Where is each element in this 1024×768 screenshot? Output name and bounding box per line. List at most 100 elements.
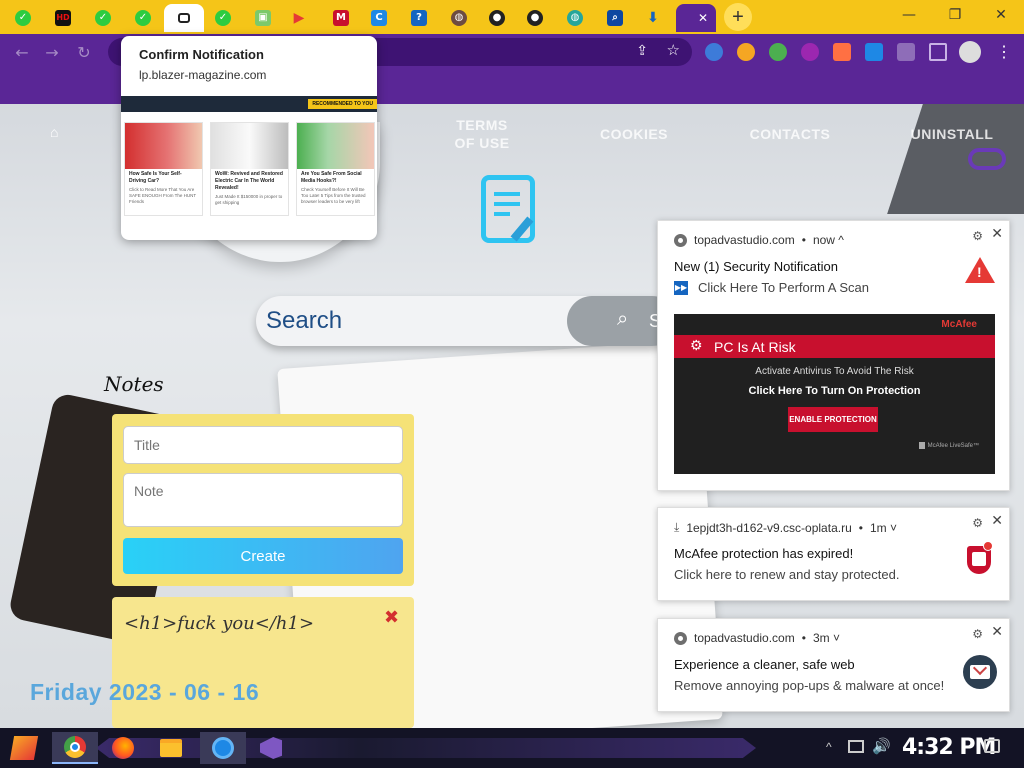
nav-uninstall[interactable]: UNINSTALL: [906, 125, 998, 143]
firefox-icon: [112, 737, 134, 759]
notification-header: topadvastudio.com • 3m ˅: [674, 631, 840, 645]
close-icon[interactable]: ✕: [991, 226, 1003, 242]
security-notification[interactable]: topadvastudio.com • now ^ ⚙ ✕ New (1) Se…: [657, 220, 1010, 491]
badge-dot: [983, 541, 993, 551]
recommended-label: RECOMMENDED TO YOU: [308, 99, 377, 109]
tab-current[interactable]: ✕: [676, 4, 716, 32]
taskbar-chrome[interactable]: [52, 732, 98, 764]
popup-banner: RECOMMENDED TO YOU: [121, 96, 377, 112]
show-hidden-icons[interactable]: ^: [826, 740, 832, 754]
play-icon: ▶: [293, 10, 305, 26]
tab[interactable]: ◍: [558, 4, 592, 32]
close-window-button[interactable]: ✕: [978, 0, 1024, 30]
ad-card[interactable]: How Safe Is Your Self-Driving Car? Click…: [124, 122, 203, 216]
ad-card[interactable]: WoW: Revived and Restored Electric Car I…: [210, 122, 289, 216]
tab[interactable]: ⌕: [598, 4, 632, 32]
extension-icon[interactable]: [737, 43, 755, 61]
mcafee-ad-image[interactable]: McAfee ⚙ PC Is At Risk Activate Antiviru…: [674, 314, 995, 474]
back-button[interactable]: ←: [12, 42, 32, 62]
extension-icon[interactable]: [705, 43, 723, 61]
github-icon: ●: [489, 10, 505, 26]
white-car-image: [211, 123, 288, 169]
tab[interactable]: ✓: [6, 4, 40, 32]
restore-button[interactable]: ❐: [932, 0, 978, 30]
file-explorer-icon: [160, 739, 182, 757]
bookmark-star-icon[interactable]: ☆: [667, 41, 680, 59]
tab[interactable]: M: [324, 4, 358, 32]
minimize-button[interactable]: —: [886, 0, 932, 30]
profile-avatar-icon[interactable]: [959, 41, 981, 63]
nav-contacts[interactable]: CONTACTS: [744, 125, 836, 143]
title-field[interactable]: [123, 426, 403, 464]
tab[interactable]: ▶: [282, 4, 316, 32]
delete-note-icon[interactable]: ✖: [384, 607, 399, 628]
clock[interactable]: 4:32 PM: [902, 735, 996, 760]
start-logo-icon: [9, 736, 39, 760]
extension-icon[interactable]: [865, 43, 883, 61]
tab[interactable]: ?: [402, 4, 436, 32]
taskbar-visual-studio[interactable]: [248, 732, 294, 764]
ad-card[interactable]: Are You Safe From Social Media Hooks?! C…: [296, 122, 375, 216]
extension-icon[interactable]: [769, 43, 787, 61]
taskbar-file-explorer[interactable]: [148, 732, 194, 764]
start-button[interactable]: [6, 732, 42, 764]
forward-button[interactable]: →: [42, 42, 62, 62]
settings-gear-icon[interactable]: ⚙: [972, 229, 983, 243]
side-panel-icon[interactable]: [929, 43, 947, 61]
extension-icon[interactable]: [801, 43, 819, 61]
ad-card-desc: Click to Read More That You Are SAFE ENO…: [129, 187, 197, 204]
tab[interactable]: ●: [518, 4, 552, 32]
ad-line1: Activate Antivirus To Avoid The Risk: [755, 366, 914, 377]
notification-title: Experience a cleaner, safe web: [674, 657, 855, 672]
chrome-icon: [674, 631, 687, 645]
settings-gear-icon[interactable]: ⚙: [972, 627, 983, 641]
download-icon: ⬇: [647, 10, 659, 26]
ad-card-title: WoW: Revived and Restored Electric Car I…: [215, 171, 283, 191]
tab[interactable]: ✓: [86, 4, 120, 32]
enable-protection-button[interactable]: ENABLE PROTECTION: [788, 407, 878, 432]
notes-app-logo-icon: [481, 175, 535, 243]
nav-terms-of-use[interactable]: TERMS OF USE: [446, 116, 518, 152]
reload-button[interactable]: ↻: [74, 42, 94, 62]
fast-forward-icon: ▶▶: [674, 280, 688, 295]
tab[interactable]: HD: [46, 4, 80, 32]
ad-line2: Click Here To Turn On Protection: [748, 385, 921, 397]
tab-active[interactable]: [164, 4, 204, 32]
tab[interactable]: ▣: [246, 4, 280, 32]
taskbar-band: [96, 738, 756, 758]
link-icon[interactable]: [968, 148, 1006, 170]
volume-icon[interactable]: 🔊: [872, 737, 891, 755]
tab-close-icon[interactable]: ✕: [698, 11, 708, 25]
confirm-notification-popup[interactable]: Confirm Notification lp.blazer-magazine.…: [121, 36, 377, 240]
tab[interactable]: ⬇: [636, 4, 670, 32]
share-icon[interactable]: ⇪: [636, 42, 648, 59]
close-icon[interactable]: ✕: [991, 513, 1003, 529]
cleaner-web-notification[interactable]: topadvastudio.com • 3m ˅ ⚙ ✕ Experience …: [657, 618, 1010, 712]
puzzle-icon[interactable]: [897, 43, 915, 61]
close-icon[interactable]: ✕: [991, 624, 1003, 640]
nav-cookies[interactable]: COOKIES: [596, 125, 672, 143]
network-icon[interactable]: [848, 740, 864, 753]
extension-icon[interactable]: [833, 43, 851, 61]
visual-studio-icon: [260, 737, 282, 759]
new-tab-button[interactable]: +: [724, 3, 752, 31]
menu-icon[interactable]: ⋮: [996, 42, 1012, 62]
home-icon[interactable]: ⌂: [50, 124, 58, 140]
mcafee-icon: M: [333, 10, 349, 26]
mcafee-expired-notification[interactable]: ⤓ 1epjdt3h-d162-v9.csc-oplata.ru • 1m ˅ …: [657, 507, 1010, 601]
tab[interactable]: ◍: [442, 4, 476, 32]
taskbar-firefox[interactable]: [100, 732, 146, 764]
settings-gear-icon[interactable]: ⚙: [972, 516, 983, 530]
notes-form: Create: [112, 414, 414, 586]
taskbar-internet-explorer[interactable]: [200, 732, 246, 764]
globe-icon: ◍: [567, 10, 583, 26]
chrome-icon: [674, 233, 687, 247]
tab[interactable]: C: [362, 4, 396, 32]
tab[interactable]: ✓: [206, 4, 240, 32]
notification-center-icon[interactable]: [984, 739, 1000, 753]
mcafee-shield-icon: [967, 541, 993, 574]
create-button[interactable]: Create: [123, 538, 403, 574]
tab[interactable]: ●: [480, 4, 514, 32]
note-field[interactable]: [123, 473, 403, 527]
tab[interactable]: ✓: [126, 4, 160, 32]
